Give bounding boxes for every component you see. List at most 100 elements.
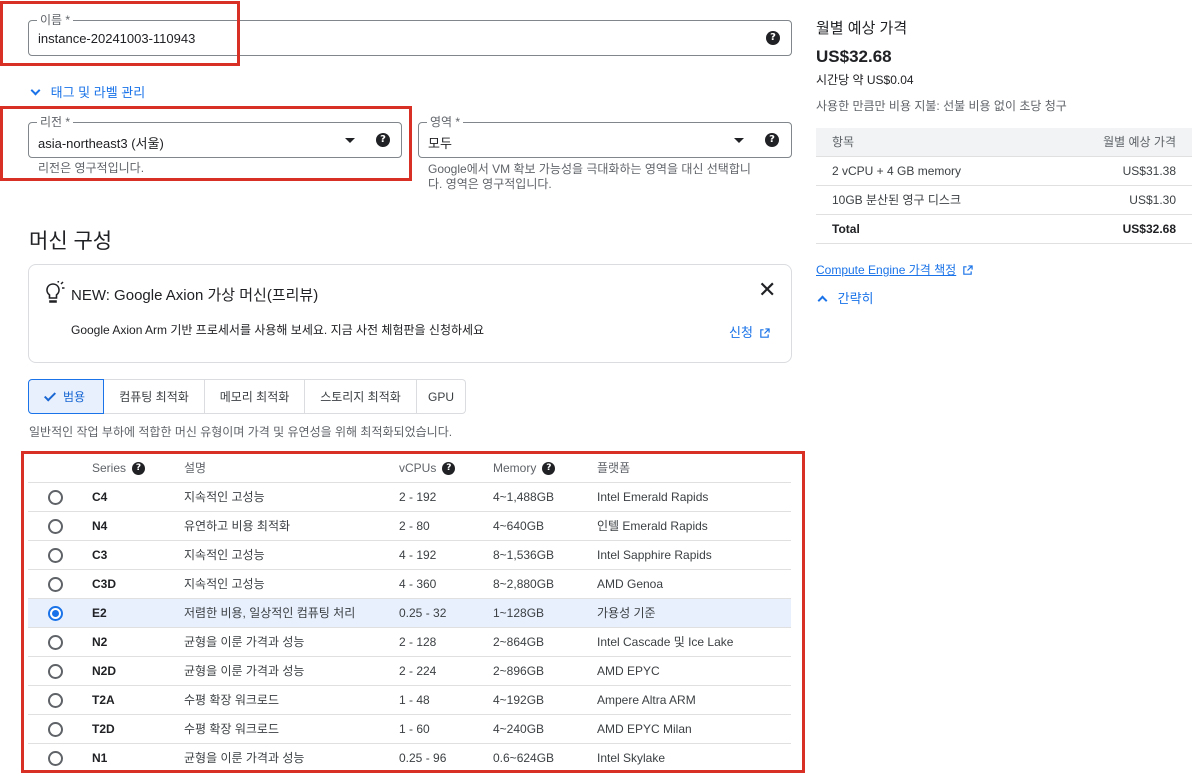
header-memory-label: Memory xyxy=(493,461,537,475)
series-description: 수평 확장 워크로드 xyxy=(184,693,279,707)
instance-name-value[interactable]: instance-20241003-110943 xyxy=(38,31,195,46)
series-radio[interactable] xyxy=(48,490,63,505)
help-icon[interactable]: ? xyxy=(765,133,779,147)
pricing-total-label: Total xyxy=(832,222,860,236)
series-radio[interactable] xyxy=(48,693,63,708)
table-row[interactable]: N1 균형을 이룬 가격과 성능 0.25 - 96 0.6~624GB Int… xyxy=(28,744,791,773)
tab-storage-optimized[interactable]: 스토리지 최적화 xyxy=(305,379,417,414)
table-row[interactable]: C4 지속적인 고성능 2 - 192 4~1,488GB Intel Emer… xyxy=(28,483,791,512)
manage-tags-labels-link[interactable]: 태그 및 라벨 관리 xyxy=(30,82,145,101)
series-name: T2D xyxy=(92,722,115,736)
table-row[interactable]: N2 균형을 이룬 가격과 성능 2 - 128 2~864GB Intel C… xyxy=(28,628,791,657)
zone-label: 영역 * xyxy=(427,115,464,129)
tab-description: 일반적인 작업 부하에 적합한 머신 유형이며 가격 및 유연성을 위해 최적화… xyxy=(29,425,453,439)
series-vcpus: 0.25 - 32 xyxy=(399,606,447,620)
instance-name-field[interactable]: 이름 * instance-20241003-110943 ? xyxy=(28,13,792,56)
zone-value: 모두 xyxy=(428,136,452,151)
header-series: Series? xyxy=(92,455,146,481)
pricing-header-cost: 월별 예상 가격 xyxy=(1103,135,1176,149)
series-vcpus: 0.25 - 96 xyxy=(399,751,447,765)
series-name: N4 xyxy=(92,519,108,533)
collapse-link[interactable]: 간략히 xyxy=(817,288,874,307)
series-memory: 2~864GB xyxy=(493,635,545,649)
pricing-item-cost: US$1.30 xyxy=(1129,193,1176,207)
dropdown-caret-icon xyxy=(734,138,744,143)
series-platform: Ampere Altra ARM xyxy=(597,693,696,707)
help-icon[interactable]: ? xyxy=(766,31,780,45)
table-row-selected[interactable]: E2 저렴한 비용, 일상적인 컴퓨팅 처리 0.25 - 32 1~128GB… xyxy=(28,599,791,628)
series-vcpus: 4 - 360 xyxy=(399,577,437,591)
manage-tags-labels-label: 태그 및 라벨 관리 xyxy=(50,85,146,100)
series-vcpus: 2 - 80 xyxy=(399,519,430,533)
series-vcpus: 1 - 48 xyxy=(399,693,430,707)
series-radio[interactable] xyxy=(48,722,63,737)
tab-storage-optimized-label: 스토리지 최적화 xyxy=(320,390,401,404)
tab-gpu[interactable]: GPU xyxy=(417,379,466,414)
table-row[interactable]: N4 유연하고 비용 최적화 2 - 80 4~640GB 인텔 Emerald… xyxy=(28,512,791,541)
tab-compute-optimized[interactable]: 컴퓨팅 최적화 xyxy=(104,379,205,414)
tab-general-purpose[interactable]: 범용 xyxy=(28,379,104,414)
tab-gpu-label: GPU xyxy=(427,389,454,404)
pricing-item-label: 2 vCPU + 4 GB memory xyxy=(832,164,962,178)
instance-name-label: 이름 * xyxy=(37,13,74,27)
series-description: 지속적인 고성능 xyxy=(184,577,265,591)
compute-engine-pricing-link[interactable]: Compute Engine 가격 책정 xyxy=(816,261,973,278)
hourly-value: US$0.04 xyxy=(866,73,914,87)
table-row[interactable]: N2D 균형을 이룬 가격과 성능 2 - 224 2~896GB AMD EP… xyxy=(28,657,791,686)
open-in-new-icon xyxy=(962,265,973,276)
help-icon[interactable]: ? xyxy=(132,462,146,476)
apply-link-label: 신청 xyxy=(729,325,753,340)
check-icon xyxy=(43,388,56,402)
header-memory: Memory? xyxy=(493,455,556,481)
zone-select[interactable]: 영역 * 모두 ? xyxy=(418,115,792,158)
tab-memory-optimized-label: 메모리 최적화 xyxy=(219,390,290,404)
series-platform: AMD EPYC Milan xyxy=(597,722,692,736)
series-radio[interactable] xyxy=(48,751,63,766)
tab-general-purpose-label: 범용 xyxy=(62,390,86,404)
table-row[interactable]: C3D 지속적인 고성능 4 - 360 8~2,880GB AMD Genoa xyxy=(28,570,791,599)
series-memory: 1~128GB xyxy=(493,606,545,620)
pricing-total-cost: US$32.68 xyxy=(1122,222,1176,236)
series-name: C3 xyxy=(92,548,108,562)
pricing-item-label: 10GB 분산된 영구 디스크 xyxy=(832,193,962,207)
machine-series-table: Series? 설명 vCPUs? Memory? 플랫폼 C4 지속적인 고성… xyxy=(28,455,791,773)
series-radio[interactable] xyxy=(48,577,63,592)
region-hint: 리전은 영구적입니다. xyxy=(38,161,145,175)
region-select[interactable]: 리전 * asia-northeast3 (서울) ? xyxy=(28,115,402,158)
series-memory: 4~640GB xyxy=(493,519,545,533)
notice-body: Google Axion Arm 기반 프로세서를 사용해 보세요. 지금 사전… xyxy=(71,323,485,337)
close-icon[interactable]: ✕ xyxy=(758,278,776,303)
help-icon[interactable]: ? xyxy=(376,133,390,147)
tab-memory-optimized[interactable]: 메모리 최적화 xyxy=(205,379,305,414)
open-in-new-icon xyxy=(759,328,770,338)
table-row[interactable]: C3 지속적인 고성능 4 - 192 8~1,536GB Intel Sapp… xyxy=(28,541,791,570)
series-radio[interactable] xyxy=(48,519,63,534)
table-row[interactable]: T2D 수평 확장 워크로드 1 - 60 4~240GB AMD EPYC M… xyxy=(28,715,791,744)
help-icon[interactable]: ? xyxy=(442,462,456,476)
series-platform: 가용성 기준 xyxy=(597,606,656,620)
series-memory: 4~240GB xyxy=(493,722,545,736)
tab-compute-optimized-label: 컴퓨팅 최적화 xyxy=(119,390,189,404)
machine-config-title: 머신 구성 xyxy=(29,230,113,253)
series-description: 유연하고 비용 최적화 xyxy=(184,519,291,533)
apply-link[interactable]: 신청 xyxy=(729,322,770,341)
series-description: 수평 확장 워크로드 xyxy=(184,722,279,736)
series-description: 균형을 이룬 가격과 성능 xyxy=(184,751,305,765)
series-name: E2 xyxy=(92,606,107,620)
series-platform: Intel Sapphire Rapids xyxy=(597,548,712,562)
pricing-row: 2 vCPU + 4 GB memory US$31.38 xyxy=(816,157,1192,186)
series-memory: 2~896GB xyxy=(493,664,545,678)
axion-notice-card: NEW: Google Axion 가상 머신(프리뷰) ✕ Google Ax… xyxy=(28,264,792,363)
series-radio[interactable] xyxy=(48,635,63,650)
lightbulb-icon xyxy=(46,281,65,303)
series-radio-selected[interactable] xyxy=(48,606,63,621)
series-radio[interactable] xyxy=(48,664,63,679)
help-icon[interactable]: ? xyxy=(542,462,556,476)
series-radio[interactable] xyxy=(48,548,63,563)
pricing-row: 10GB 분산된 영구 디스크 US$1.30 xyxy=(816,186,1192,215)
series-name: N2D xyxy=(92,664,117,678)
zone-hint-line2: 다. 영역은 영구적입니다. xyxy=(428,177,552,191)
table-row[interactable]: T2A 수평 확장 워크로드 1 - 48 4~192GB Ampere Alt… xyxy=(28,686,791,715)
collapse-label: 간략히 xyxy=(837,291,874,306)
dropdown-caret-icon xyxy=(345,138,355,143)
